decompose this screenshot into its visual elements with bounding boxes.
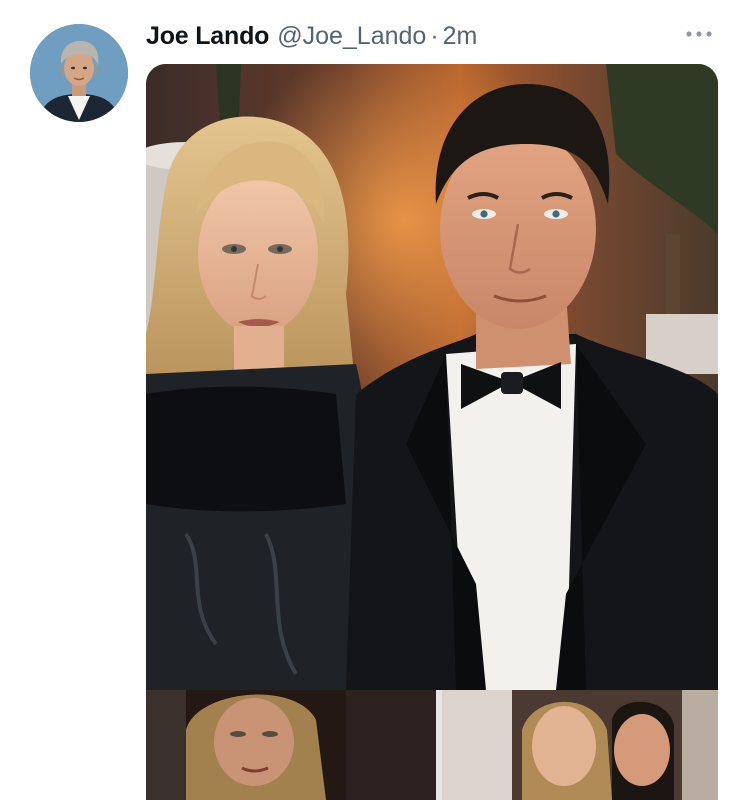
tweet: Joe Lando @Joe_Lando · 2m: [0, 0, 749, 800]
thumbnail-right-image: [442, 690, 718, 800]
display-name[interactable]: Joe Lando: [146, 22, 269, 51]
thumbnail-left-image: [146, 690, 436, 800]
thumbnail-right[interactable]: [442, 690, 718, 800]
thumbnail-left[interactable]: [146, 690, 436, 800]
timestamp[interactable]: 2m: [443, 22, 478, 51]
avatar-image: [30, 24, 128, 122]
more-horizontal-icon: [686, 31, 712, 37]
separator-dot: ·: [430, 22, 439, 50]
tweet-photo[interactable]: [146, 64, 718, 690]
avatar[interactable]: [30, 24, 128, 122]
photo-image: [146, 64, 718, 690]
user-handle[interactable]: @Joe_Lando: [277, 22, 426, 51]
photo-thumbnail-strip: [146, 690, 718, 800]
tweet-header: Joe Lando @Joe_Lando · 2m: [146, 22, 477, 54]
more-button[interactable]: [681, 22, 717, 46]
